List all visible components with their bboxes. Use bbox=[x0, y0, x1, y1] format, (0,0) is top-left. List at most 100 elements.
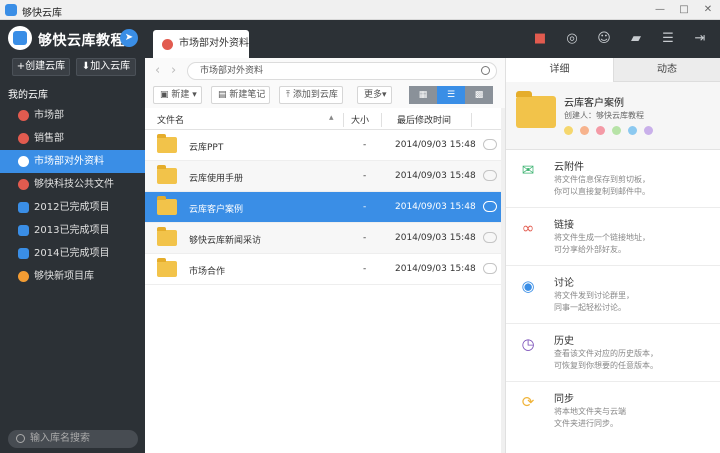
navigation-row: ‹ › 市场部对外资料 bbox=[145, 58, 505, 84]
tab-activity[interactable]: 动态 bbox=[613, 58, 720, 82]
detail-panel: 详细 动态 云库客户案例 创建人：够快云库教程 ✉ 云附件 将文件信息保存到剪切… bbox=[505, 58, 720, 453]
library-search-placeholder: 输入库名搜索 bbox=[30, 433, 90, 444]
minimize-icon[interactable]: — bbox=[652, 2, 668, 17]
detail-action-discussion[interactable]: ◉ 讨论 将文件发到讨论群里， 同事一起轻松讨论。 bbox=[506, 266, 720, 324]
brand: 够快云库教程 ➤ bbox=[6, 26, 140, 52]
close-icon[interactable]: ✕ bbox=[700, 2, 716, 17]
grid-view-icon[interactable]: ▩ bbox=[465, 86, 493, 104]
detail-action-link[interactable]: ∞ 链接 将文件生成一个链接地址， 可分享给外部好友。 bbox=[506, 208, 720, 266]
search-icon bbox=[16, 434, 25, 443]
table-row[interactable]: 够快云库新闻采访 - 2014/09/03 15:48 bbox=[145, 223, 505, 254]
book-icon[interactable]: ▰ bbox=[627, 30, 645, 48]
detail-action-attachment[interactable]: ✉ 云附件 将文件信息保存到剪切板， 你可以直接复制到邮件中。 bbox=[506, 150, 720, 208]
chat-icon: ◉ bbox=[521, 277, 535, 295]
sidebar-item-public-files[interactable]: 够快科技公共文件 bbox=[0, 173, 145, 196]
compass-icon[interactable]: ◎ bbox=[563, 30, 581, 48]
library-icon bbox=[18, 156, 29, 167]
clock-icon: ◷ bbox=[521, 335, 535, 353]
file-date: 2014/09/03 15:48 bbox=[395, 140, 476, 150]
library-icon bbox=[18, 110, 29, 121]
join-library-label: 加入云库 bbox=[90, 61, 131, 72]
cart-icon[interactable]: ■ bbox=[531, 30, 549, 48]
action-desc: 文件夹进行同步。 bbox=[554, 419, 618, 428]
detail-view-icon[interactable]: ▦ bbox=[409, 86, 437, 104]
sync-icon: ⟳ bbox=[521, 393, 535, 411]
color-tag-blue[interactable] bbox=[628, 126, 637, 135]
column-name[interactable]: 文件名 bbox=[157, 113, 184, 126]
detail-action-history[interactable]: ◷ 历史 查看该文件对应的历史版本， 可恢复到你想要的任意版本。 bbox=[506, 324, 720, 382]
action-desc: 可恢复到你想要的任意版本。 bbox=[554, 361, 658, 370]
sidebar-item-2013[interactable]: 2013已完成项目 bbox=[0, 219, 145, 242]
new-button[interactable]: ▣ 新建 ▾ bbox=[153, 86, 202, 104]
sidebar-item-sales[interactable]: 销售部 bbox=[0, 127, 145, 150]
list-view-icon[interactable]: ☰ bbox=[437, 86, 465, 104]
column-divider bbox=[343, 113, 344, 127]
file-size: - bbox=[363, 171, 367, 181]
comment-icon[interactable] bbox=[483, 170, 497, 181]
library-icon bbox=[18, 133, 29, 144]
maximize-icon[interactable]: □ bbox=[676, 2, 692, 17]
path-search-input[interactable]: 市场部对外资料 bbox=[187, 62, 497, 80]
sidebar-item-label: 2014已完成项目 bbox=[34, 248, 110, 259]
brand-logo-icon bbox=[8, 26, 32, 50]
window-title: 够快云库 bbox=[22, 8, 62, 19]
column-divider bbox=[471, 113, 472, 127]
color-tag-pink[interactable] bbox=[596, 126, 605, 135]
column-modified[interactable]: 最后修改时间 bbox=[397, 113, 451, 126]
more-label: 更多 bbox=[364, 90, 383, 100]
forward-arrow-icon[interactable]: › bbox=[171, 64, 181, 78]
view-switcher: ▦ ☰ ▩ bbox=[409, 86, 493, 104]
comment-icon[interactable] bbox=[483, 201, 497, 212]
file-list: 云库PPT - 2014/09/03 15:48 云库使用手册 - 2014/0… bbox=[145, 130, 505, 285]
detail-action-sync[interactable]: ⟳ 同步 将本地文件夹与云端 文件夹进行同步。 bbox=[506, 382, 720, 440]
menu-icon[interactable]: ☰ bbox=[659, 30, 677, 48]
file-name: 够快云库新闻采访 bbox=[189, 236, 262, 246]
table-row[interactable]: 云库PPT - 2014/09/03 15:48 bbox=[145, 130, 505, 161]
sidebar-item-marketing[interactable]: 市场部 bbox=[0, 104, 145, 127]
color-tag-green[interactable] bbox=[612, 126, 621, 135]
table-row[interactable]: 云库使用手册 - 2014/09/03 15:48 bbox=[145, 161, 505, 192]
add-to-library-button[interactable]: ⤒ 添加到云库 bbox=[279, 86, 343, 104]
table-row[interactable]: 市场合作 - 2014/09/03 15:48 bbox=[145, 254, 505, 285]
sidebar-item-label: 市场部对外资料 bbox=[34, 156, 104, 167]
mail-icon: ✉ bbox=[521, 161, 535, 179]
action-title: 讨论 bbox=[554, 278, 574, 289]
users-icon[interactable]: ☺ bbox=[595, 30, 613, 48]
action-title: 同步 bbox=[554, 394, 574, 405]
sidebar-item-marketing-external[interactable]: 市场部对外资料 bbox=[0, 150, 145, 173]
table-row[interactable]: 云库客户案例 - 2014/09/03 15:48 bbox=[145, 192, 505, 223]
new-note-button[interactable]: ▤ 新建笔记 bbox=[211, 86, 271, 104]
library-search-input[interactable]: 输入库名搜索 bbox=[8, 430, 138, 448]
comment-icon[interactable] bbox=[483, 263, 497, 274]
file-date: 2014/09/03 15:48 bbox=[395, 233, 476, 243]
search-icon[interactable] bbox=[481, 66, 490, 75]
file-size: - bbox=[363, 233, 367, 243]
tab-marketing-external[interactable]: 市场部对外资料 bbox=[153, 30, 249, 58]
sidebar-item-2014[interactable]: 2014已完成项目 bbox=[0, 242, 145, 265]
color-tag-orange[interactable] bbox=[580, 126, 589, 135]
file-list-header: 文件名 ▴ 大小 最后修改时间 bbox=[145, 108, 505, 130]
more-button[interactable]: 更多▾ bbox=[357, 86, 392, 104]
comment-icon[interactable] bbox=[483, 139, 497, 150]
library-icon bbox=[18, 225, 29, 236]
color-tag-purple[interactable] bbox=[644, 126, 653, 135]
sidebar-item-new-projects[interactable]: 够快新项目库 bbox=[0, 265, 145, 288]
file-date: 2014/09/03 15:48 bbox=[395, 264, 476, 274]
logout-icon[interactable]: ⇥ bbox=[691, 30, 709, 48]
file-name: 云库客户案例 bbox=[189, 205, 244, 215]
column-size[interactable]: 大小 bbox=[351, 113, 369, 126]
sidebar-item-2012[interactable]: 2012已完成项目 bbox=[0, 196, 145, 219]
tab-details[interactable]: 详细 bbox=[506, 58, 613, 82]
color-tag-yellow[interactable] bbox=[564, 126, 573, 135]
comment-icon[interactable] bbox=[483, 232, 497, 243]
action-desc: 可分享给外部好友。 bbox=[554, 245, 626, 254]
action-desc: 查看该文件对应的历史版本， bbox=[554, 349, 658, 358]
create-library-button[interactable]: +创建云库 bbox=[12, 58, 70, 76]
join-library-button[interactable]: ⬇加入云库 bbox=[76, 58, 136, 76]
path-text: 市场部对外资料 bbox=[200, 66, 264, 76]
rocket-icon[interactable]: ➤ bbox=[120, 29, 138, 47]
file-name: 云库PPT bbox=[189, 143, 224, 153]
back-arrow-icon[interactable]: ‹ bbox=[155, 64, 165, 78]
my-libraries-title: 我的云库 bbox=[8, 90, 48, 101]
sort-up-icon[interactable]: ▴ bbox=[329, 113, 334, 123]
